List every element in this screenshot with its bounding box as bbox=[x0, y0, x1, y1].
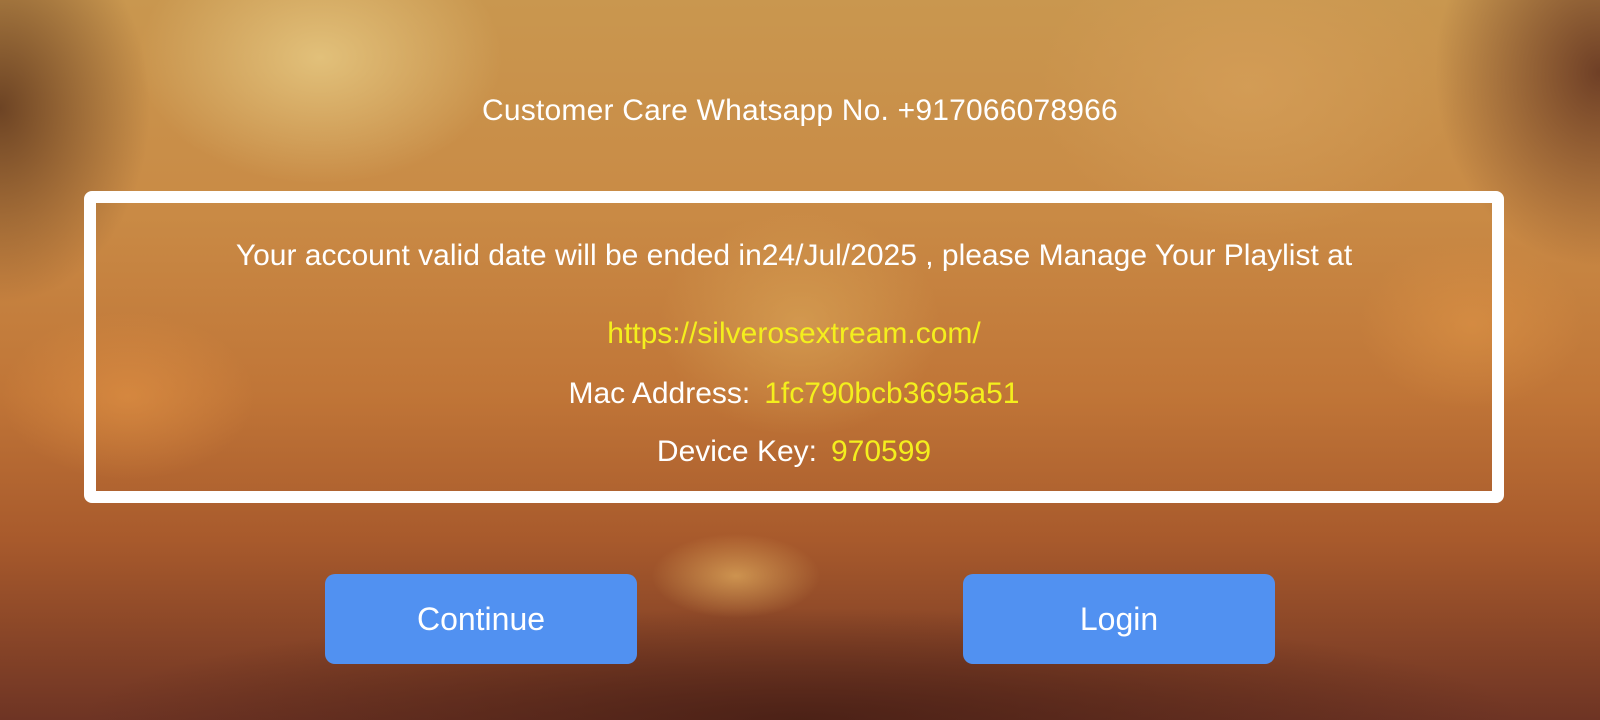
mac-address-value: 1fc790bcb3695a51 bbox=[764, 377, 1020, 410]
playlist-url-link[interactable]: https://silverosextream.com/ bbox=[96, 317, 1492, 351]
customer-care-text: Customer Care Whatsapp No. +917066078966 bbox=[482, 94, 1118, 127]
account-expiry-message: Your account valid date will be ended in… bbox=[235, 239, 1353, 272]
device-key-row: Device Key: 970599 bbox=[96, 435, 1492, 469]
mac-address-row: Mac Address: 1fc790bcb3695a51 bbox=[96, 377, 1492, 411]
continue-button[interactable]: Continue bbox=[325, 574, 637, 664]
mac-address-label: Mac Address: bbox=[568, 377, 751, 410]
device-key-value: 970599 bbox=[830, 435, 932, 468]
account-info-panel: Your account valid date will be ended in… bbox=[84, 191, 1504, 503]
login-button[interactable]: Login bbox=[963, 574, 1275, 664]
device-key-label: Device Key: bbox=[656, 435, 817, 468]
